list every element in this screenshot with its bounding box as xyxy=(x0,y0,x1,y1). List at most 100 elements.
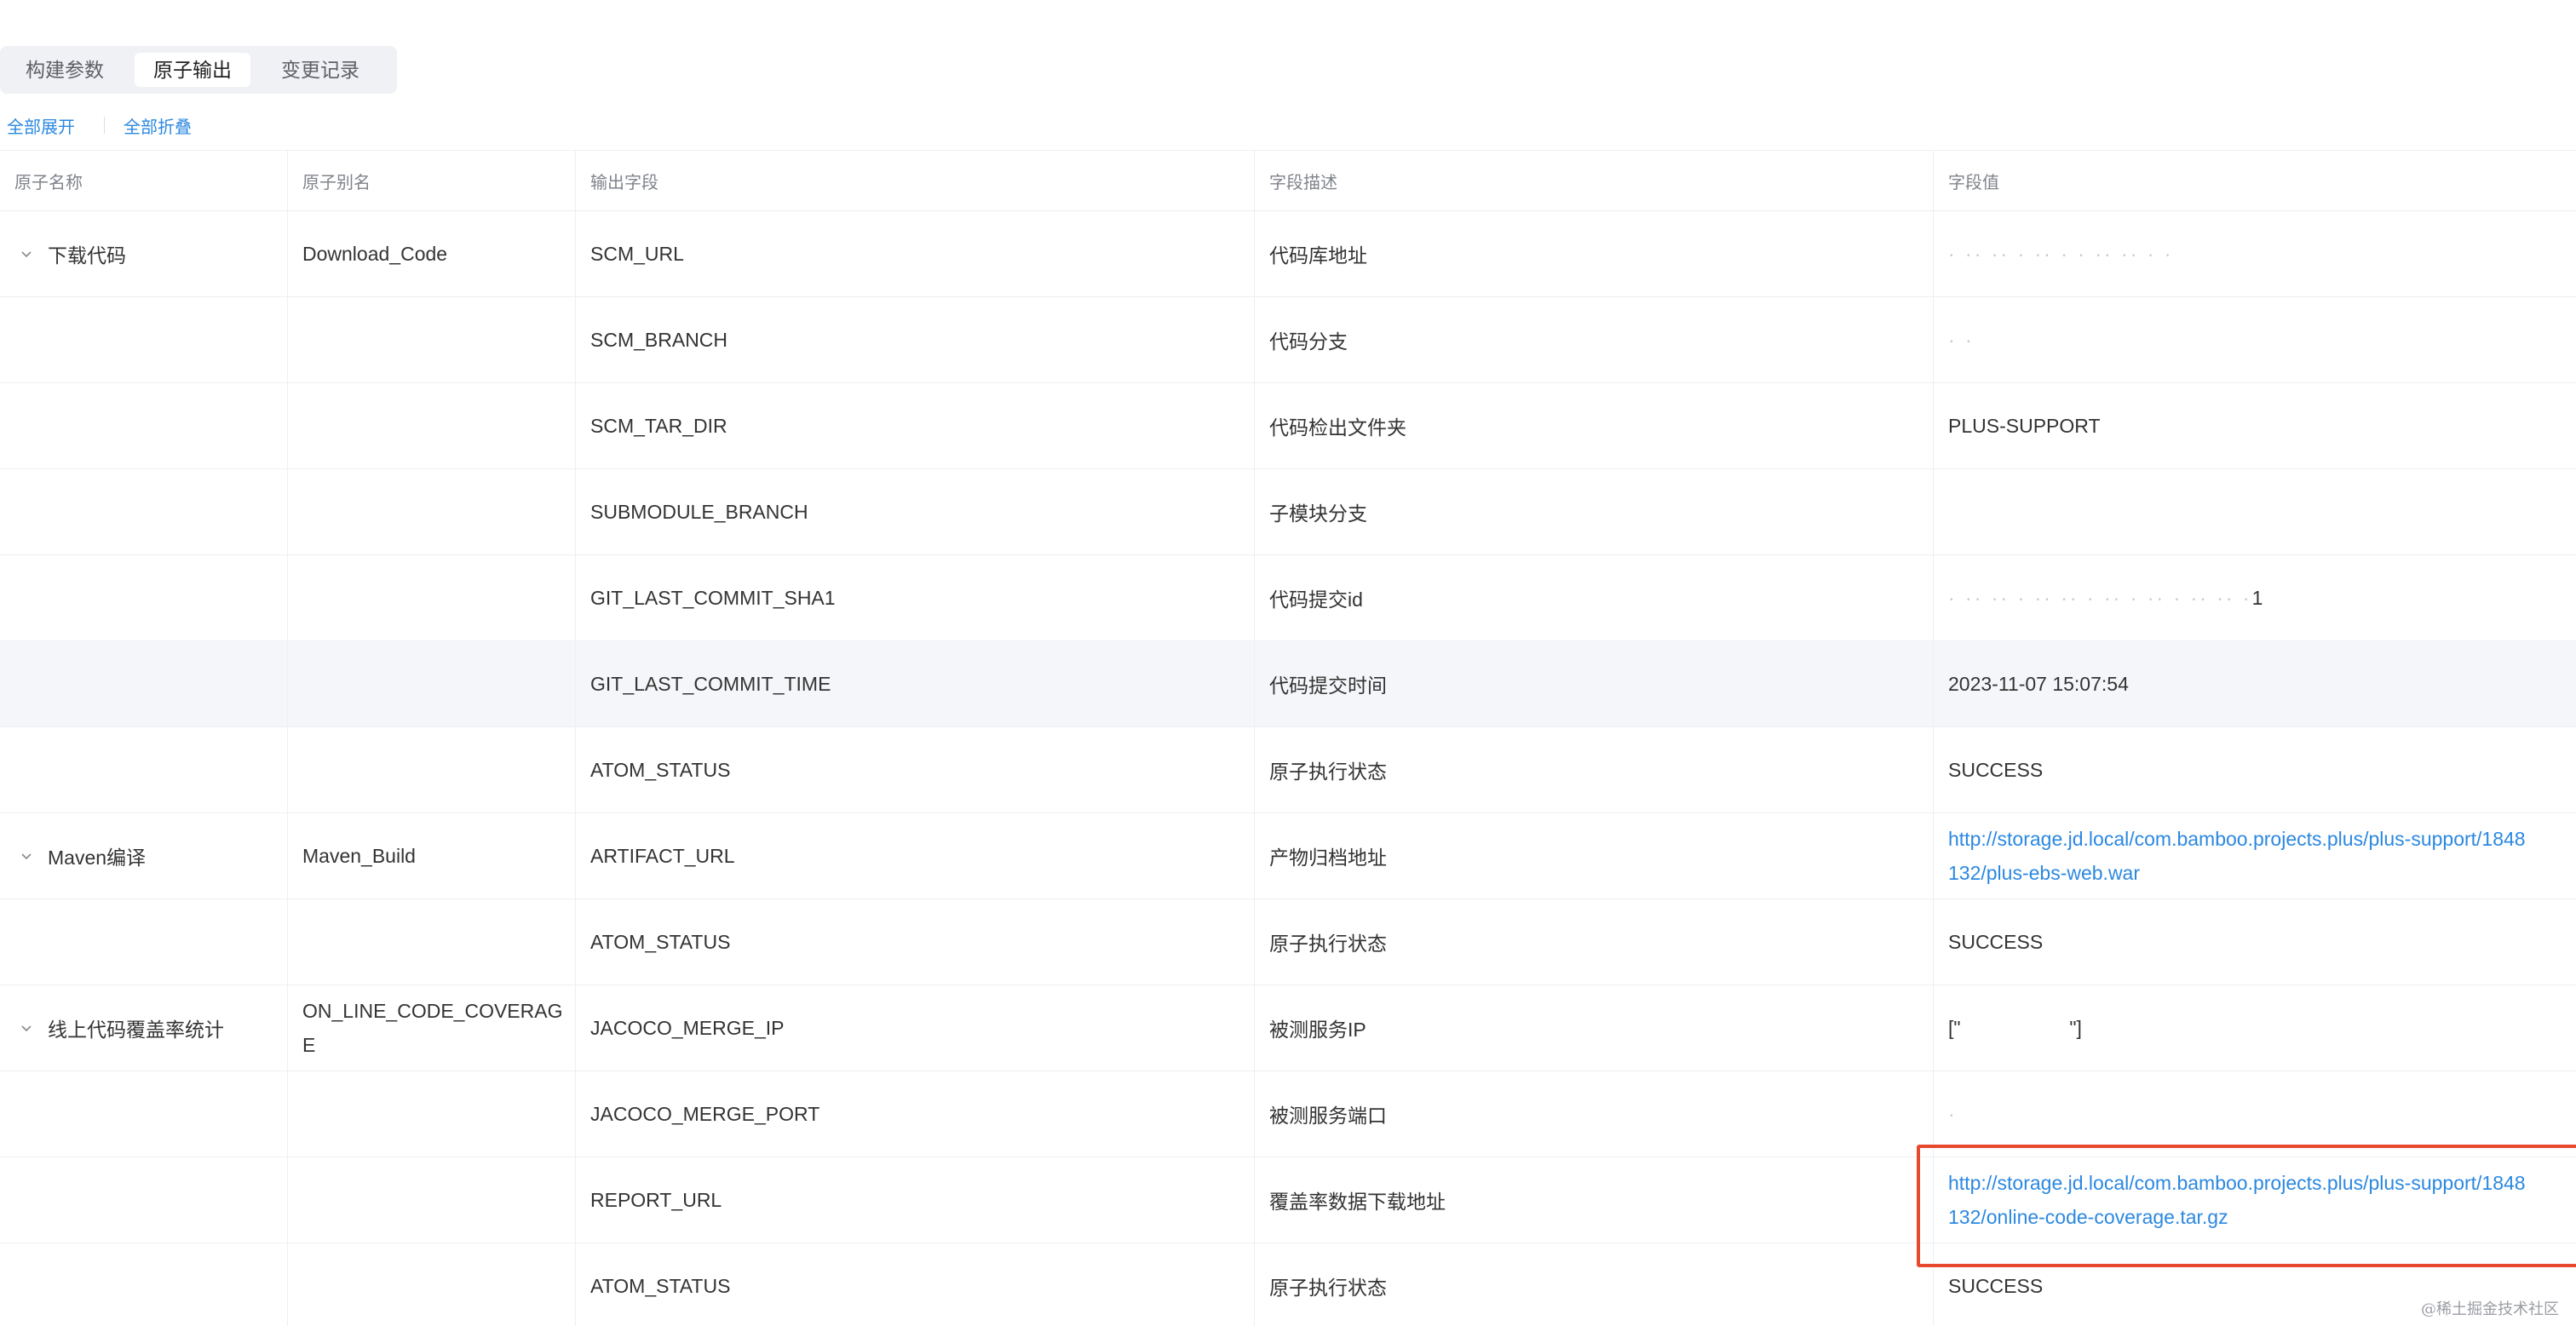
output-field-cell: REPORT_URL xyxy=(576,1157,1255,1243)
chevron-down-icon[interactable] xyxy=(20,850,32,862)
output-field-cell: SUBMODULE_BRANCH xyxy=(576,469,1255,554)
table-row: ATOM_STATUS 原子执行状态 SUCCESS xyxy=(0,727,2576,813)
atom-name: 线上代码覆盖率统计 xyxy=(48,1019,224,1041)
artifact-url-link[interactable]: http://storage.jd.local/com.bamboo.proje… xyxy=(1948,822,2526,856)
output-field-cell: SCM_TAR_DIR xyxy=(576,383,1255,468)
expand-all-link[interactable]: 全部展开 xyxy=(7,113,75,138)
atom-name-cell[interactable]: 线上代码覆盖率统计 xyxy=(0,985,288,1071)
atom-name-cell xyxy=(0,899,288,984)
output-field-cell: ATOM_STATUS xyxy=(576,899,1255,984)
table-header: 原子名称 原子别名 输出字段 字段描述 字段值 xyxy=(0,150,2576,211)
tab-atom-output[interactable]: 原子输出 xyxy=(135,53,250,87)
artifact-url-link-continued[interactable]: 132/plus-ebs-web.war xyxy=(1948,856,2526,890)
atom-alias-cell xyxy=(288,383,576,468)
atom-name-cell xyxy=(0,555,288,640)
field-value-cell: SUCCESS xyxy=(1948,930,2044,953)
masked-value: · ·· ·· · ·· · · ·· ·· · · xyxy=(1948,242,2174,265)
atom-name-cell[interactable]: 下载代码 xyxy=(0,211,288,296)
field-value-cell: · · xyxy=(1934,297,2576,382)
masked-value: · ·· ·· · ·· ·· · ·· · ·· · ·· ·· · xyxy=(1948,586,2252,609)
field-desc-cell: 代码分支 xyxy=(1255,297,1934,382)
field-value-cell: · ·· ·· · ·· · · ·· ·· · · xyxy=(1934,211,2576,296)
atom-alias-cell xyxy=(288,555,576,640)
field-desc-cell: 产物归档地址 xyxy=(1255,813,1934,898)
table-row: SUBMODULE_BRANCH 子模块分支 xyxy=(0,469,2576,555)
field-desc-cell: 子模块分支 xyxy=(1255,469,1934,554)
atom-name-cell xyxy=(0,1071,288,1157)
field-value-cell: PLUS-SUPPORT xyxy=(1948,414,2101,437)
atom-name-cell xyxy=(0,641,288,726)
table-row: Maven编译 Maven_Build ARTIFACT_URL 产物归档地址 … xyxy=(0,813,2576,899)
field-value-cell: [" "] xyxy=(1948,1016,2082,1039)
report-url-link[interactable]: http://storage.jd.local/com.bamboo.proje… xyxy=(1948,1166,2526,1200)
chevron-down-icon[interactable] xyxy=(20,1022,32,1034)
atom-alias-cell: ON_LINE_CODE_COVERAGE xyxy=(288,985,576,1071)
output-field-cell: JACOCO_MERGE_IP xyxy=(576,985,1255,1071)
output-field-cell: JACOCO_MERGE_PORT xyxy=(576,1071,1255,1157)
tab-change-log[interactable]: 变更记录 xyxy=(262,53,378,87)
tab-bar: 构建参数 原子输出 变更记录 xyxy=(0,46,397,94)
field-desc-cell: 代码提交id xyxy=(1255,555,1934,640)
field-desc-cell: 代码检出文件夹 xyxy=(1255,383,1934,468)
field-value-cell: http://storage.jd.local/com.bamboo.proje… xyxy=(1934,813,2576,898)
table-row: 线上代码覆盖率统计 ON_LINE_CODE_COVERAGE JACOCO_M… xyxy=(0,985,2576,1071)
output-field-cell: GIT_LAST_COMMIT_TIME xyxy=(576,641,1255,726)
table-row: JACOCO_MERGE_PORT 被测服务端口 · xyxy=(0,1071,2576,1157)
atom-name: Maven编译 xyxy=(48,847,147,869)
atom-alias-cell xyxy=(288,297,576,382)
field-value-cell xyxy=(1934,469,2576,554)
table-row: GIT_LAST_COMMIT_TIME 代码提交时间 2023-11-07 1… xyxy=(0,641,2576,727)
column-header-atom-alias: 原子别名 xyxy=(288,151,576,210)
field-desc-cell: 被测服务IP xyxy=(1255,985,1934,1071)
table-row: ATOM_STATUS 原子执行状态 SUCCESS xyxy=(0,1243,2576,1326)
atom-alias-cell xyxy=(288,1071,576,1157)
field-value-cell: 2023-11-07 15:07:54 xyxy=(1948,672,2129,695)
atom-alias-cell xyxy=(288,469,576,554)
atom-name-cell xyxy=(0,727,288,812)
field-desc-cell: 被测服务端口 xyxy=(1255,1071,1934,1157)
toolbar-divider xyxy=(104,117,105,134)
output-field-cell: SCM_BRANCH xyxy=(576,297,1255,382)
atom-name-cell xyxy=(0,383,288,468)
column-header-output-field: 输出字段 xyxy=(576,151,1255,210)
field-value-cell: · xyxy=(1934,1071,2576,1157)
atom-name-cell[interactable]: Maven编译 xyxy=(0,813,288,898)
field-desc-cell: 覆盖率数据下载地址 xyxy=(1255,1157,1934,1243)
masked-value: · · xyxy=(1948,328,1975,351)
atom-alias-cell xyxy=(288,641,576,726)
atom-alias-cell xyxy=(288,899,576,984)
table-row: SCM_BRANCH 代码分支 · · xyxy=(0,297,2576,383)
atom-alias-cell: Download_Code xyxy=(288,211,576,296)
chevron-down-icon[interactable] xyxy=(20,248,32,260)
report-url-link-continued[interactable]: 132/online-code-coverage.tar.gz xyxy=(1948,1200,2526,1234)
atom-name-cell xyxy=(0,469,288,554)
table-row: SCM_TAR_DIR 代码检出文件夹 PLUS-SUPPORT xyxy=(0,383,2576,469)
collapse-all-link[interactable]: 全部折叠 xyxy=(124,113,192,138)
field-desc-cell: 原子执行状态 xyxy=(1255,1243,1934,1326)
output-field-cell: ATOM_STATUS xyxy=(576,727,1255,812)
output-field-cell: GIT_LAST_COMMIT_SHA1 xyxy=(576,555,1255,640)
output-field-cell: ARTIFACT_URL xyxy=(576,813,1255,898)
atom-name: 下载代码 xyxy=(48,244,126,267)
commit-id-tail: 1 xyxy=(2251,586,2263,609)
field-desc-cell: 原子执行状态 xyxy=(1255,727,1934,812)
table-row: GIT_LAST_COMMIT_SHA1 代码提交id · ·· ·· · ··… xyxy=(0,555,2576,641)
tab-build-params[interactable]: 构建参数 xyxy=(7,53,123,87)
atom-name-cell xyxy=(0,1157,288,1243)
column-header-field-desc: 字段描述 xyxy=(1255,151,1934,210)
watermark: @稀土掘金技术社区 xyxy=(2421,1300,2559,1318)
field-value-cell: · ·· ·· · ·· ·· · ·· · ·· · ·· ·· · 1 xyxy=(1934,555,2576,640)
atom-alias-cell xyxy=(288,727,576,812)
atom-name-cell xyxy=(0,297,288,382)
field-desc-cell: 原子执行状态 xyxy=(1255,899,1934,984)
table-row: REPORT_URL 覆盖率数据下载地址 http://storage.jd.l… xyxy=(0,1157,2576,1243)
atom-output-table: 原子名称 原子别名 输出字段 字段描述 字段值 下载代码 Download_Co… xyxy=(0,150,2576,1326)
atom-alias-cell: Maven_Build xyxy=(288,813,576,898)
column-header-field-value: 字段值 xyxy=(1948,173,1999,192)
output-field-cell: SCM_URL xyxy=(576,211,1255,296)
field-value-cell: SUCCESS xyxy=(1948,758,2044,781)
field-desc-cell: 代码提交时间 xyxy=(1255,641,1934,726)
atom-output-page: 构建参数 原子输出 变更记录 全部展开 全部折叠 原子名称 原子别名 输出字段 … xyxy=(0,0,2576,1326)
table-row: 下载代码 Download_Code SCM_URL 代码库地址 · ·· ··… xyxy=(0,211,2576,297)
atom-alias-cell xyxy=(288,1157,576,1243)
